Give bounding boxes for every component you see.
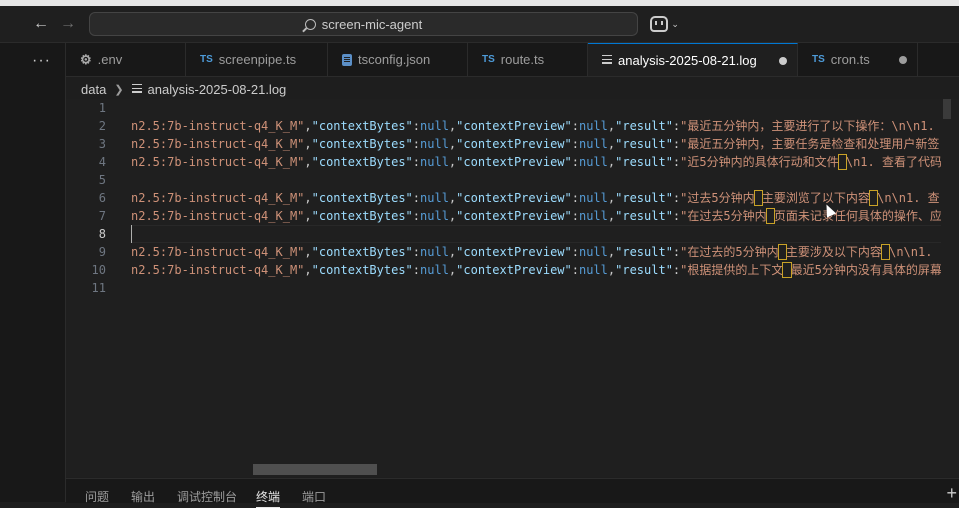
line-number: 9: [98, 245, 106, 259]
tab-tsconfig[interactable]: tsconfig.json: [328, 43, 468, 76]
tab-label: tsconfig.json: [358, 52, 431, 67]
back-arrow-icon[interactable]: ←: [31, 14, 51, 34]
breadcrumb: data ❯ analysis-2025-08-21.log: [81, 80, 286, 98]
chevron-down-icon: ⌄: [671, 19, 679, 30]
line-number: 5: [98, 173, 106, 187]
editor-tab-bar: ⚙ .env TS screenpipe.ts tsconfig.json TS…: [66, 43, 959, 77]
tab-label: analysis-2025-08-21.log: [618, 52, 757, 68]
horizontal-scrollbar[interactable]: [253, 464, 377, 475]
workspace-name: screen-mic-agent: [321, 16, 423, 32]
typescript-icon: TS: [482, 54, 495, 65]
panel-tab-output[interactable]: 输出: [131, 488, 155, 505]
tab-analysis-log[interactable]: analysis-2025-08-21.log: [588, 43, 798, 76]
code-line: n2.5:7b-instruct-q4_K_M","contextBytes":…: [131, 119, 935, 133]
unsaved-dot-icon[interactable]: [899, 56, 907, 64]
code-lines: n2.5:7b-instruct-q4_K_M","contextBytes":…: [131, 99, 941, 297]
line-number: 4: [98, 155, 106, 169]
line-number-gutter: 1 2 3 4 5 6 7 8 9 10 11: [66, 99, 106, 297]
text-cursor: [131, 225, 132, 243]
line-number: 10: [91, 263, 106, 277]
more-actions-icon[interactable]: ···: [32, 52, 51, 70]
line-number: 11: [91, 281, 106, 295]
panel-tab-terminal[interactable]: 终端: [256, 488, 281, 508]
copilot-menu[interactable]: ⌄: [650, 16, 680, 32]
line-number: 1: [98, 101, 106, 115]
activity-sidebar: ···: [0, 43, 66, 502]
command-center-search[interactable]: screen-mic-agent: [89, 12, 638, 36]
code-line: n2.5:7b-instruct-q4_K_M","contextBytes":…: [131, 244, 933, 260]
copilot-icon: [650, 16, 668, 32]
line-number: 6: [98, 191, 106, 205]
tab-label: screenpipe.ts: [218, 52, 297, 67]
line-number: 3: [98, 137, 106, 151]
panel-tab-problems[interactable]: 问题: [85, 488, 109, 505]
code-line: n2.5:7b-instruct-q4_K_M","contextBytes":…: [131, 137, 940, 151]
tab-env[interactable]: ⚙ .env: [66, 43, 186, 76]
title-bar: ← → screen-mic-agent ⌄: [0, 6, 959, 43]
line-number: 2: [98, 119, 106, 133]
typescript-icon: TS: [200, 54, 213, 65]
panel-tab-ports[interactable]: 端口: [302, 488, 326, 505]
breadcrumb-folder[interactable]: data: [81, 82, 106, 97]
search-icon: [304, 18, 316, 30]
forward-arrow-icon[interactable]: →: [58, 14, 78, 34]
typescript-icon: TS: [812, 54, 825, 65]
gear-icon: ⚙: [80, 51, 92, 67]
tab-label: .env: [97, 52, 123, 67]
code-editor[interactable]: 1 2 3 4 5 6 7 8 9 10 11 n2.5:7b-instruct…: [66, 99, 959, 477]
code-line: n2.5:7b-instruct-q4_K_M","contextBytes":…: [131, 208, 941, 224]
new-terminal-plus-icon[interactable]: +: [946, 483, 957, 504]
line-number: 8: [98, 227, 106, 241]
log-file-icon: [131, 84, 142, 94]
chevron-right-icon: ❯: [114, 83, 124, 96]
bottom-panel-tabs: 问题 输出 调试控制台 终端 端口 +: [66, 478, 959, 508]
tab-cron[interactable]: TS cron.ts: [798, 43, 918, 76]
code-line: n2.5:7b-instruct-q4_K_M","contextBytes":…: [131, 262, 941, 278]
tab-route[interactable]: TS route.ts: [468, 43, 588, 76]
log-file-icon: [602, 55, 612, 65]
breadcrumb-file[interactable]: analysis-2025-08-21.log: [148, 82, 287, 97]
unsaved-dot-icon[interactable]: [779, 57, 787, 65]
minimap-slider[interactable]: [943, 99, 951, 119]
panel-tab-debug-console[interactable]: 调试控制台: [177, 488, 237, 505]
json-icon: [342, 53, 352, 66]
tab-label: cron.ts: [830, 52, 870, 67]
tab-screenpipe[interactable]: TS screenpipe.ts: [186, 43, 328, 76]
code-line: n2.5:7b-instruct-q4_K_M","contextBytes":…: [131, 190, 940, 206]
code-line: n2.5:7b-instruct-q4_K_M","contextBytes":…: [131, 154, 941, 170]
line-number: 7: [98, 209, 106, 223]
tab-label: route.ts: [500, 52, 545, 67]
